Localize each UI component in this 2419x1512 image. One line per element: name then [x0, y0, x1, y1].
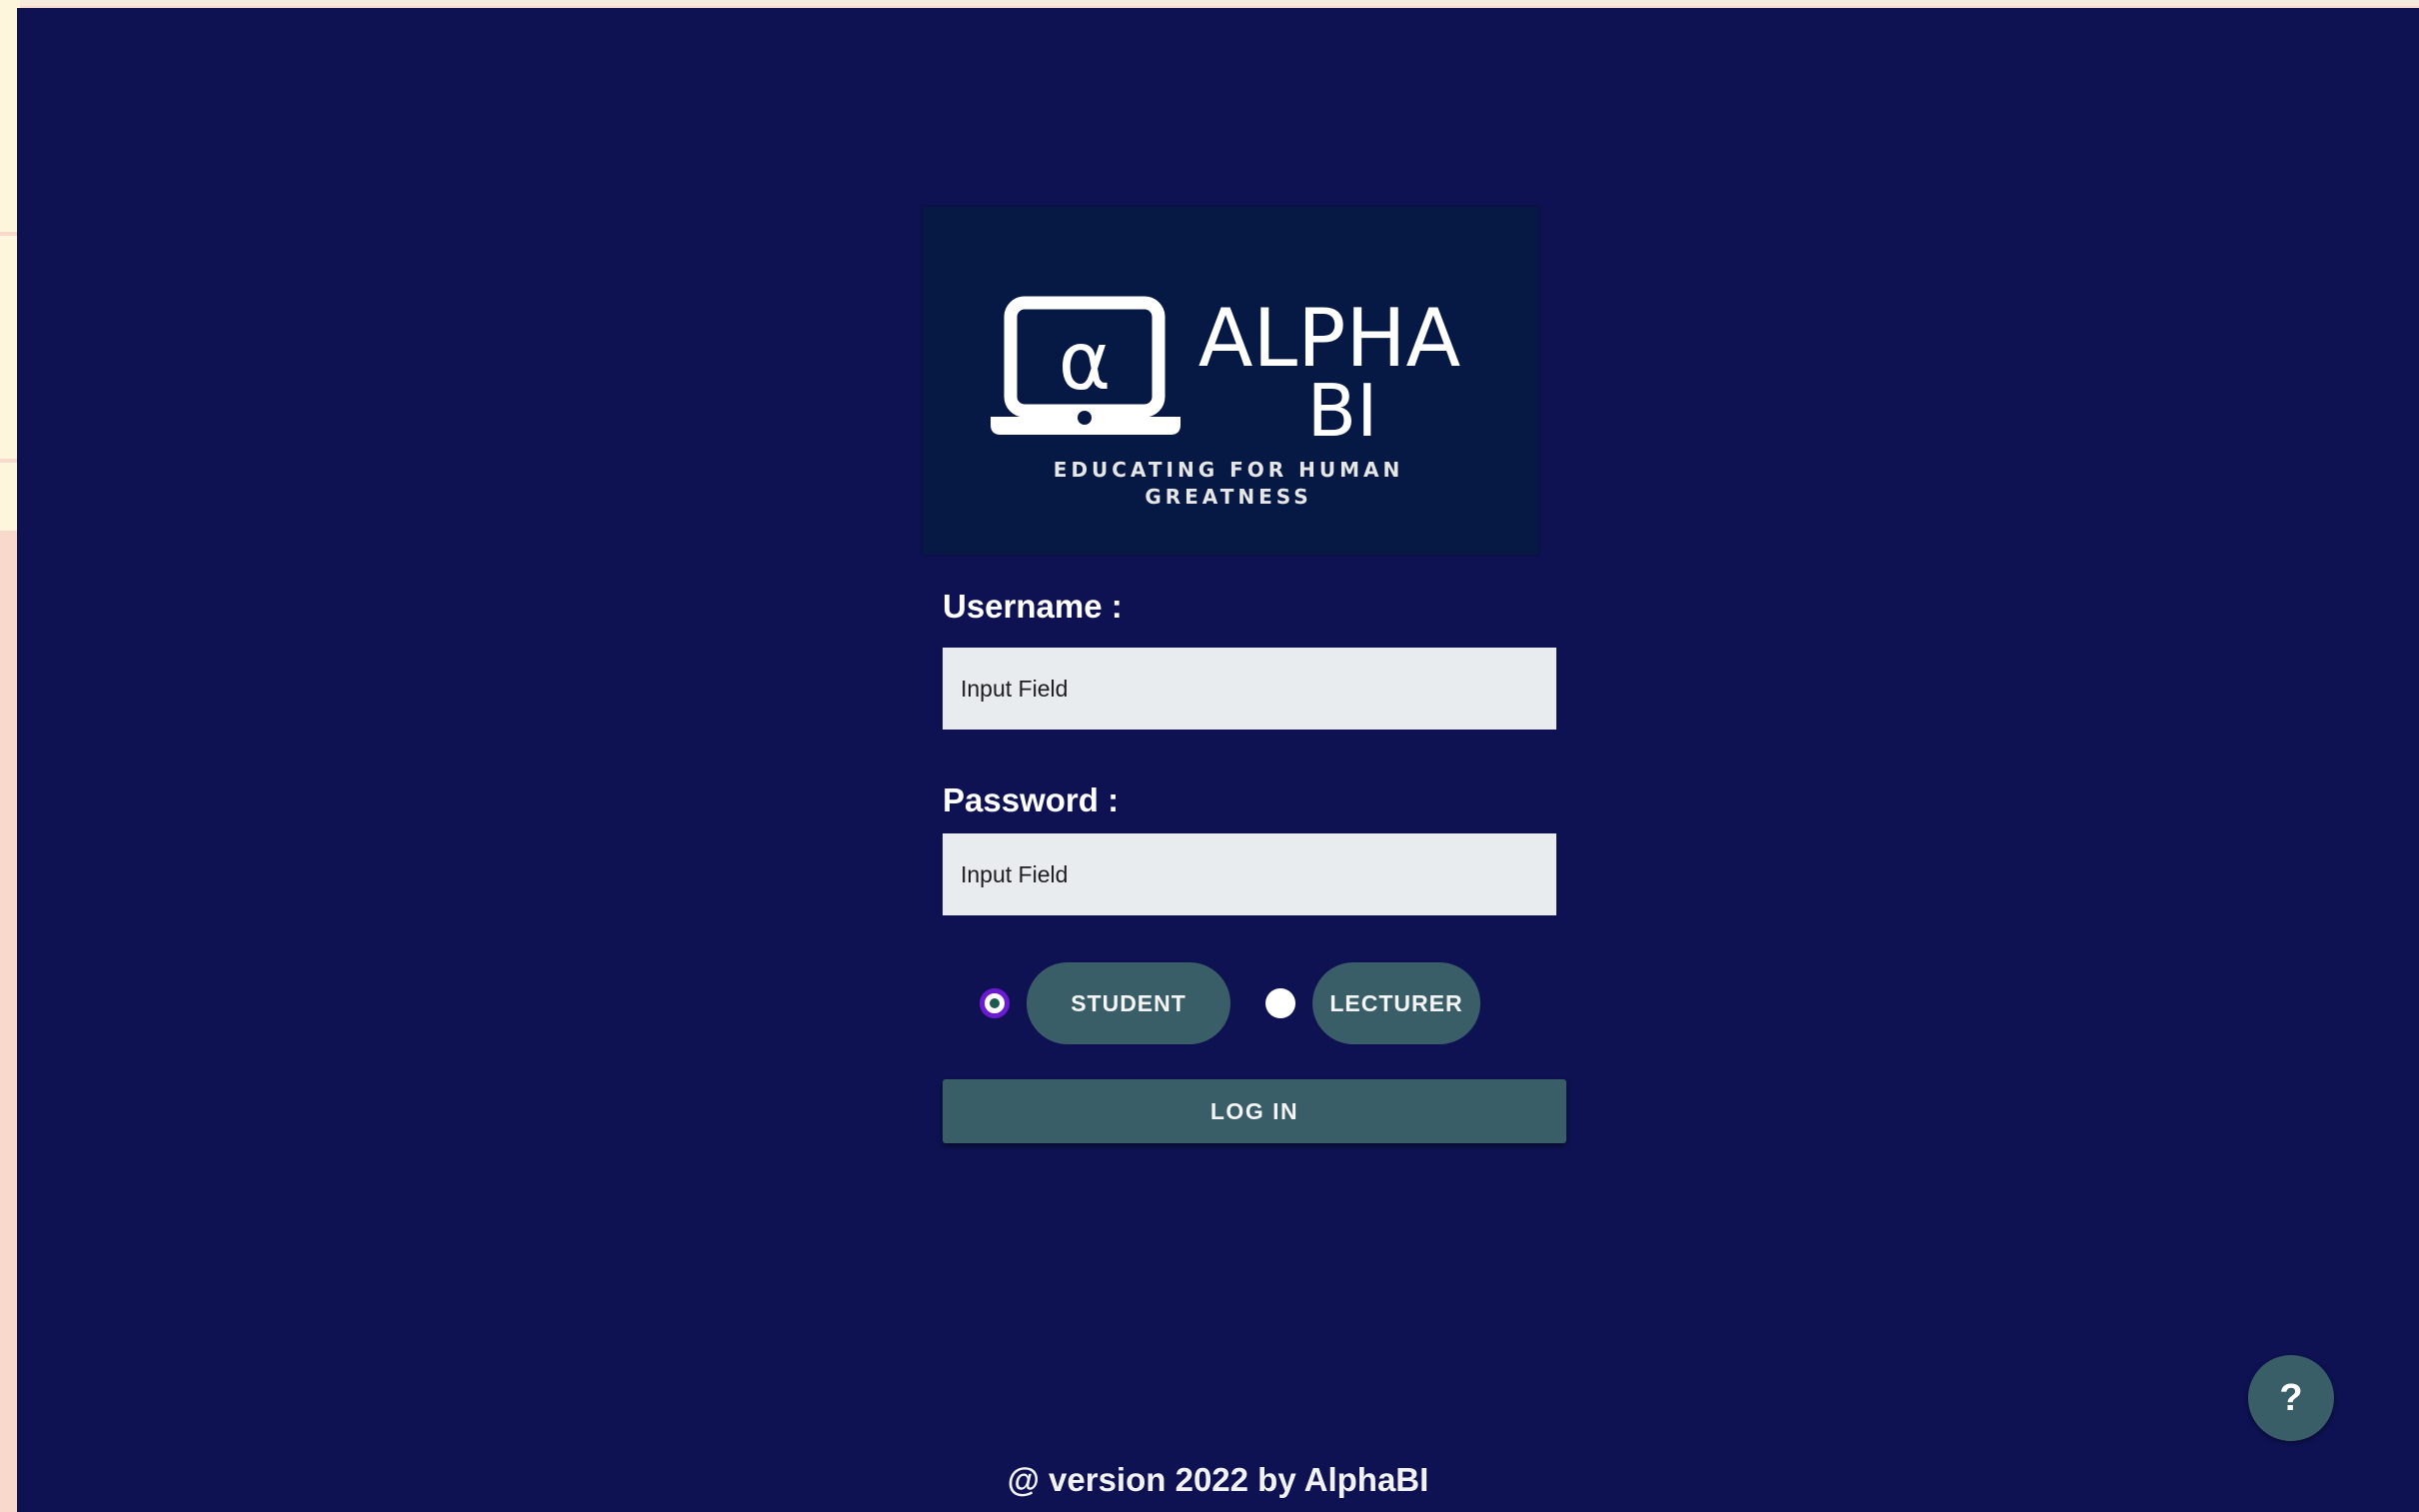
logo-symbol: α — [1059, 315, 1112, 408]
laptop-alpha-icon: α ALPHA BI EDUCATING FOR HUMAN GREATNESS — [991, 292, 1460, 509]
password-input[interactable] — [943, 833, 1556, 915]
student-radio[interactable] — [980, 988, 1010, 1018]
username-label: Username : — [943, 588, 1123, 625]
logo-banner: α ALPHA BI EDUCATING FOR HUMAN GREATNESS — [923, 207, 1538, 555]
login-button[interactable]: LOG IN — [943, 1079, 1566, 1143]
question-icon: ? — [2279, 1376, 2303, 1419]
password-label: Password : — [943, 781, 1120, 818]
lecturer-radio[interactable] — [1265, 988, 1295, 1018]
username-input[interactable] — [943, 648, 1556, 730]
login-screen: α ALPHA BI EDUCATING FOR HUMAN GREATNESS… — [17, 8, 2419, 1512]
version-footer: @ version 2022 by AlphaBI — [1007, 1461, 1429, 1498]
logo-title-line2: BI — [1307, 369, 1378, 453]
logo-tagline-line2: GREATNESS — [1145, 485, 1311, 509]
logo-tagline-line1: EDUCATING FOR HUMAN — [1054, 458, 1403, 482]
lecturer-role-button[interactable]: LECTURER — [1312, 962, 1480, 1044]
help-button[interactable]: ? — [2248, 1355, 2334, 1441]
background-top-edge — [0, 0, 2419, 6]
student-role-button[interactable]: STUDENT — [1027, 962, 1230, 1044]
